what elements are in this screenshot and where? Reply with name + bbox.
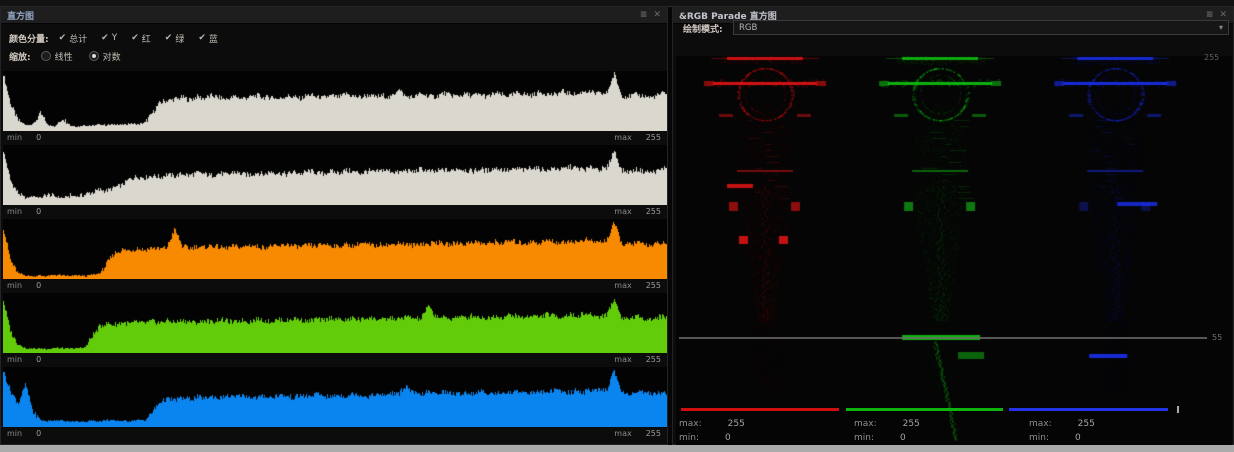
- baseline-end-tick: [1177, 406, 1179, 413]
- histogram-panel: 直方图 ≡ ✕ 颜色分量: ✔ 总计 ✔ Y ✔ 红: [0, 6, 668, 445]
- chevron-down-icon: ▾: [1219, 23, 1223, 32]
- scale-label: 缩放:: [9, 50, 31, 63]
- red-baseline: [681, 408, 839, 411]
- rgb-parade-panel: &RGB Parade 直方图 ≡ ✕ 绘制模式: RGB ▾ 255 55 m…: [672, 6, 1234, 445]
- checkbox-red-label: 红: [142, 32, 151, 45]
- histogram-panel-titlebar[interactable]: 直方图 ≡ ✕: [1, 7, 667, 24]
- histogram-strip-red: min 0 max 255: [3, 219, 665, 292]
- checkbox-total-label: 总计: [69, 32, 87, 45]
- green-baseline: [846, 408, 1003, 411]
- max-value: 255: [646, 207, 661, 216]
- max-value: 255: [903, 419, 920, 429]
- scopes-workspace: 直方图 ≡ ✕ 颜色分量: ✔ 总计 ✔ Y ✔ 红: [0, 0, 1234, 452]
- min-label: min: [7, 133, 22, 142]
- histogram-canvas-total: [3, 71, 667, 131]
- min-value: 0: [36, 429, 41, 438]
- radio-linear[interactable]: 线性: [41, 50, 73, 63]
- histogram-strip-green: min 0 max 255: [3, 293, 665, 366]
- strip-scale-labels: min 0 max 255: [3, 279, 665, 292]
- checkbox-green[interactable]: ✔ 绿: [165, 32, 185, 45]
- max-value: 255: [646, 355, 661, 364]
- max-label: max:: [679, 419, 702, 429]
- min-value: 0: [36, 281, 41, 290]
- histogram-canvas-luma-y: [3, 145, 667, 205]
- min-value: 0: [36, 207, 41, 216]
- min-label: min:: [1029, 433, 1049, 443]
- parade-level-line: [679, 337, 1207, 339]
- histogram-canvas-blue: [3, 367, 667, 427]
- min-label: min: [7, 355, 22, 364]
- histogram-strip-blue: min 0 max 255: [3, 367, 665, 440]
- checkbox-luma-y-label: Y: [112, 33, 118, 43]
- max-label: max: [614, 133, 631, 142]
- min-value: 0: [36, 355, 41, 364]
- max-label: max: [614, 207, 631, 216]
- histogram-strip-luma-y: min 0 max 255: [3, 145, 665, 218]
- red-channel-stats: max: 255 min: 0: [679, 417, 839, 445]
- window-bottom-edge: [0, 445, 1234, 452]
- green-channel-stats: max: 255 min: 0: [854, 417, 1014, 445]
- color-components-label: 颜色分量:: [9, 32, 49, 45]
- min-label: min:: [854, 433, 874, 443]
- radio-selected-dot-icon: [89, 51, 99, 61]
- parade-level-value: 55: [1212, 333, 1222, 342]
- radio-logarithmic[interactable]: 对数: [89, 50, 121, 63]
- histogram-strip-total: min 0 max 255: [3, 71, 665, 144]
- histogram-canvas-red: [3, 219, 667, 279]
- panel-close-icon[interactable]: ✕: [653, 7, 661, 23]
- draw-mode-dropdown[interactable]: RGB ▾: [733, 20, 1229, 35]
- color-components-row: 颜色分量: ✔ 总计 ✔ Y ✔ 红 ✔ 绿 ✔: [9, 31, 659, 45]
- min-value: 0: [1075, 433, 1081, 443]
- min-label: min: [7, 281, 22, 290]
- min-value: 0: [36, 133, 41, 142]
- checkmark-icon: ✔: [59, 33, 67, 43]
- max-label: max: [614, 355, 631, 364]
- checkbox-total[interactable]: ✔ 总计: [59, 32, 88, 45]
- min-value: 0: [725, 433, 731, 443]
- checkmark-icon: ✔: [198, 33, 206, 43]
- max-label: max: [614, 429, 631, 438]
- strip-scale-labels: min 0 max 255: [3, 205, 665, 218]
- checkmark-icon: ✔: [101, 33, 109, 43]
- max-label: max:: [854, 419, 877, 429]
- min-label: min: [7, 207, 22, 216]
- max-value: 255: [728, 419, 745, 429]
- min-label: min: [7, 429, 22, 438]
- checkmark-icon: ✔: [131, 33, 139, 43]
- checkbox-red[interactable]: ✔ 红: [131, 32, 151, 45]
- min-value: 0: [900, 433, 906, 443]
- checkbox-blue[interactable]: ✔ 蓝: [198, 32, 218, 45]
- radio-circle-icon: [41, 51, 51, 61]
- checkmark-icon: ✔: [165, 33, 173, 43]
- checkbox-blue-label: 蓝: [209, 32, 218, 45]
- max-value: 255: [646, 429, 661, 438]
- strip-scale-labels: min 0 max 255: [3, 131, 665, 144]
- histogram-panel-title: 直方图: [7, 9, 34, 22]
- min-label: min:: [679, 433, 699, 443]
- scale-row: 缩放: 线性 对数: [9, 49, 659, 63]
- rgb-parade-scope-area: [676, 56, 1232, 445]
- blue-baseline: [1009, 408, 1168, 411]
- max-value: 255: [1078, 419, 1095, 429]
- strip-scale-labels: min 0 max 255: [3, 353, 665, 366]
- max-value: 255: [646, 133, 661, 142]
- parade-top-scale-value: 255: [1204, 53, 1219, 62]
- histogram-canvas-green: [3, 293, 667, 353]
- histogram-controls: 颜色分量: ✔ 总计 ✔ Y ✔ 红 ✔ 绿 ✔: [1, 24, 667, 71]
- draw-mode-label: 绘制模式:: [683, 22, 723, 35]
- max-value: 255: [646, 281, 661, 290]
- panel-menu-icon[interactable]: ≡: [640, 7, 648, 23]
- checkbox-green-label: 绿: [175, 32, 184, 45]
- radio-linear-label: 线性: [55, 50, 73, 63]
- checkbox-luma-y[interactable]: ✔ Y: [101, 33, 117, 43]
- radio-logarithmic-label: 对数: [103, 50, 121, 63]
- max-label: max:: [1029, 419, 1052, 429]
- blue-channel-stats: max: 255 min: 0: [1029, 417, 1189, 445]
- draw-mode-value: RGB: [739, 23, 1219, 33]
- rgb-parade-canvas: [676, 56, 1232, 445]
- strip-scale-labels: min 0 max 255: [3, 427, 665, 440]
- max-label: max: [614, 281, 631, 290]
